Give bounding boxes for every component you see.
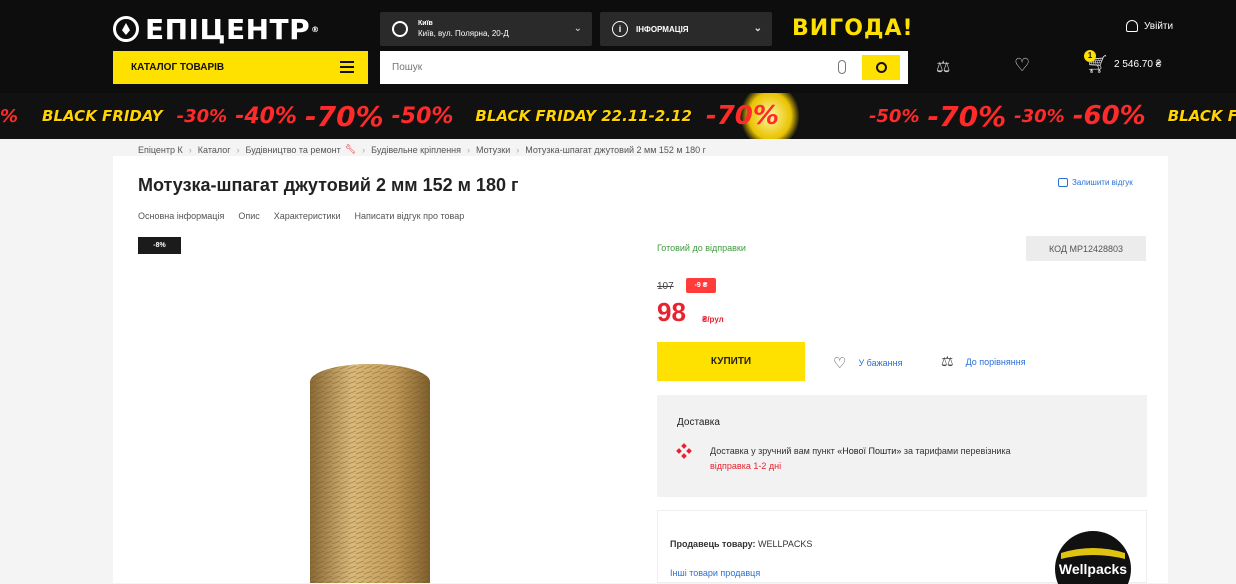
seller-label: Продавець товару: (670, 539, 756, 549)
banner-item: -50% (868, 105, 920, 127)
search-icon (875, 62, 887, 73)
tools-icon: 🔧︎ (344, 144, 357, 154)
login-button[interactable]: Увійти (1126, 20, 1173, 32)
seller-other-products-link[interactable]: Інші товари продавця (670, 568, 760, 578)
banner-item: -50% (391, 103, 454, 129)
location-pin-icon (392, 21, 408, 37)
delivery-carrier: «Нової Пошти» (837, 446, 902, 456)
delivery-heading: Доставка (677, 417, 720, 428)
delivery-text: Доставка у зручний вам пункт «Нової Пошт… (710, 446, 1011, 456)
banner-item: -70% (304, 99, 384, 133)
logo-registered-mark: ® (311, 24, 320, 34)
comment-icon (1058, 178, 1068, 187)
product-image[interactable] (300, 360, 440, 583)
delivery-text-suffix: за тарифами перевізника (901, 446, 1011, 456)
product-code: КОД MP12428803 (1026, 236, 1146, 261)
current-price: 98 (657, 297, 686, 327)
promo-link[interactable]: ВИГОДА! (792, 16, 914, 41)
city-selector[interactable]: Київ Київ, вул. Полярна, 20-Д ⌄ (380, 12, 592, 46)
microphone-icon[interactable] (838, 60, 846, 74)
write-review-link[interactable]: Залишити відгук (1058, 178, 1133, 187)
black-friday-banner[interactable]: % BLACK FRIDAY -30% -40% -70% -50% BLACK… (0, 93, 1236, 139)
banner-item: -30% (1014, 105, 1065, 127)
seller-name[interactable]: WELLPACKS (758, 539, 812, 549)
seller-logo[interactable]: Wellpacks (1053, 523, 1133, 584)
old-price: 107 (657, 281, 674, 292)
delivery-point-icon (676, 443, 692, 459)
banner-item: -40% (235, 103, 297, 129)
page-title: Мотузка-шпагат джутовий 2 мм 152 м 180 г (138, 175, 519, 195)
search-input[interactable] (392, 62, 822, 73)
seller-line: Продавець товару: WELLPACKS (670, 539, 812, 549)
seller-logo-text: Wellpacks (1059, 561, 1127, 577)
logo-mark-icon (113, 16, 139, 42)
discount-badge: -8% (138, 237, 181, 254)
banner-item: BLACK FRIDAY (42, 107, 163, 125)
banner-item: % (0, 105, 19, 127)
info-icon: i (612, 21, 628, 37)
scales-icon: ⚖ (941, 353, 954, 369)
user-icon (1126, 20, 1138, 32)
breadcrumb-separator: › (362, 144, 366, 155)
breadcrumb-separator: › (236, 144, 240, 155)
top-header: ЕПІЦЕНТР ® Київ Київ, вул. Полярна, 20-Д… (0, 0, 1236, 93)
price-unit: ₴/рул (702, 315, 724, 324)
write-review-label: Залишити відгук (1072, 178, 1133, 187)
breadcrumb-link[interactable]: Епіцентр К (138, 145, 183, 155)
breadcrumb-link[interactable]: Будівельне кріплення (371, 145, 461, 155)
catalog-button[interactable]: КАТАЛОГ ТОВАРІВ (113, 51, 368, 84)
price-discount-badge: -9 ₴ (686, 278, 716, 293)
cart-count-badge: 1 (1084, 50, 1096, 62)
heart-icon: ♡ (833, 355, 847, 372)
login-label: Увійти (1144, 20, 1174, 32)
search-button[interactable] (862, 55, 900, 80)
tab-specs[interactable]: Характеристики (274, 211, 341, 221)
buy-button[interactable]: КУПИТИ (657, 342, 805, 381)
banner-item: -60% (1072, 101, 1146, 131)
breadcrumb-link[interactable]: Мотузки (476, 145, 510, 155)
seller-panel: Продавець товару: WELLPACKS Інші товари … (657, 510, 1147, 584)
city-address: Київ, вул. Полярна, 20-Д (418, 29, 509, 38)
logo[interactable]: ЕПІЦЕНТР ® (113, 12, 320, 46)
info-dropdown[interactable]: i Інформація ⌄ (600, 12, 772, 46)
tab-main-info[interactable]: Основна інформація (138, 211, 224, 221)
info-label: Інформація (636, 24, 689, 34)
breadcrumb-link[interactable]: Будівництво та ремонт (246, 145, 341, 155)
wishlist-label: У бажання (858, 358, 903, 368)
breadcrumb-separator: › (467, 144, 471, 155)
banner-item: -70% (705, 101, 779, 131)
banner-item: -70% (927, 99, 1007, 133)
banner-item: -30% (176, 105, 228, 127)
breadcrumb-separator: › (516, 144, 520, 155)
catalog-label: КАТАЛОГ ТОВАРІВ (131, 62, 225, 73)
breadcrumb-link[interactable]: Каталог (198, 145, 231, 155)
compare-label: До порівняння (965, 356, 1026, 367)
dispatch-time: відправка 1-2 дні (710, 461, 782, 471)
cart-button[interactable]: 🛒︎ 1 2 546.70 ₴ (1084, 50, 1162, 74)
add-to-wishlist-button[interactable]: ♡ У бажання (833, 354, 902, 372)
search-bar (380, 51, 908, 84)
delivery-text-prefix: Доставка у зручний вам пункт (710, 446, 838, 456)
logo-text: ЕПІЦЕНТР (145, 12, 311, 46)
breadcrumb-separator: › (188, 144, 192, 155)
product-tabs: Основна інформація Опис Характеристики Н… (138, 211, 478, 221)
tab-description[interactable]: Опис (238, 211, 259, 221)
banner-item: BLACK FRIDAY (1167, 107, 1236, 125)
delivery-panel: Доставка Доставка у зручний вам пункт «Н… (657, 395, 1147, 497)
breadcrumb-current: Мотузка-шпагат джутовий 2 мм 152 м 180 г (525, 144, 706, 155)
banner-item: BLACK FRIDAY 22.11-2.12 (475, 107, 692, 125)
chevron-down-icon: ⌄ (573, 23, 582, 34)
city-name: Київ (418, 20, 433, 27)
wishlist-heart-icon[interactable]: ♡ (1014, 55, 1030, 76)
compare-icon[interactable]: ⚖ (936, 57, 950, 77)
chevron-down-icon: ⌄ (753, 23, 762, 34)
cart-icon: 🛒︎ 1 (1084, 50, 1109, 74)
menu-icon (340, 61, 354, 73)
cart-total: 2 546.70 ₴ (1114, 58, 1162, 70)
tab-write-review[interactable]: Написати відгук про товар (354, 211, 464, 221)
stock-status: Готовий до відправки (657, 243, 746, 253)
add-to-compare-button[interactable]: ⚖ До порівняння (941, 353, 1026, 370)
breadcrumb: Епіцентр К › Каталог › Будівництво та ремо… (138, 144, 706, 155)
